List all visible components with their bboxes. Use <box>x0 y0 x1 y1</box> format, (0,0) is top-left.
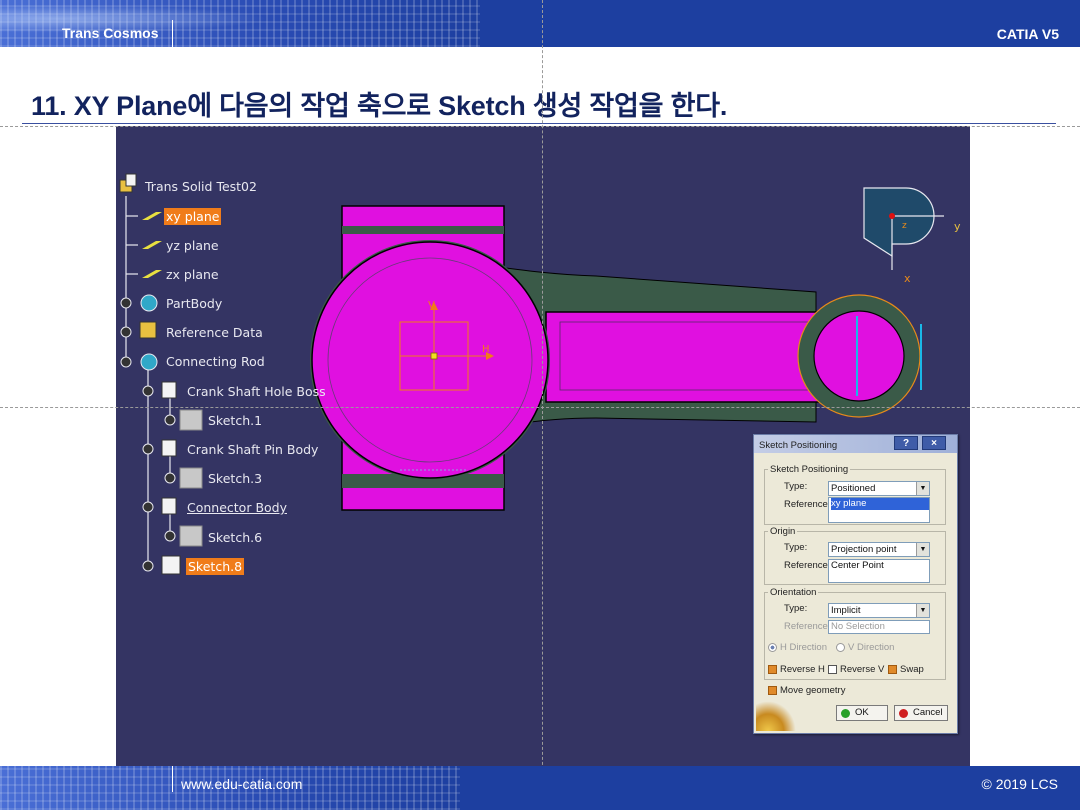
positioning-type-label: Type: <box>784 481 808 492</box>
compass-icon[interactable]: z y x <box>863 187 961 285</box>
orientation-reference-field[interactable]: No Selection <box>828 620 930 634</box>
tree-item-partbody[interactable]: PartBody <box>166 296 222 311</box>
compass-x-label: x <box>904 272 911 285</box>
footer-bar: www.edu-catia.com © 2019 LCS <box>0 766 1080 810</box>
chevron-down-icon[interactable]: ▼ <box>916 482 929 495</box>
positioning-type-select[interactable]: Positioned ▼ <box>828 481 930 496</box>
reverse-v-checkbox[interactable] <box>828 665 837 674</box>
tree-item-sketch-3[interactable]: Sketch.3 <box>208 471 262 486</box>
brand-label: Trans Cosmos <box>62 25 159 41</box>
header-separator <box>172 20 173 47</box>
orientation-type-select[interactable]: Implicit ▼ <box>828 603 930 618</box>
tree-item-crank-shaft-pin-body[interactable]: Crank Shaft Pin Body <box>187 442 318 457</box>
orientation-group-label: Orientation <box>768 587 819 598</box>
close-button[interactable]: × <box>922 436 946 450</box>
h-direction-radio[interactable] <box>768 643 777 652</box>
guide-line <box>0 407 1080 408</box>
ok-button[interactable]: OK <box>836 705 888 721</box>
positioning-type-value: Positioned <box>831 483 876 494</box>
origin-reference-field[interactable]: Center Point <box>828 559 930 583</box>
cancel-label: Cancel <box>913 707 943 718</box>
move-geometry-checkbox[interactable] <box>768 686 777 695</box>
reverse-h-checkbox[interactable] <box>768 665 777 674</box>
tree-item-crank-shaft-hole-boss[interactable]: Crank Shaft Hole Boss <box>187 384 326 399</box>
axis-h-label: H <box>482 344 490 355</box>
orientation-type-label: Type: <box>784 603 808 614</box>
crank-shaft-hole-boss <box>311 241 549 479</box>
tree-item-zx-plane[interactable]: zx plane <box>166 267 219 282</box>
v-direction-label: V Direction <box>848 642 895 653</box>
swap-label: Swap <box>900 664 924 675</box>
tree-item-sketch-8[interactable]: Sketch.8 <box>186 558 245 575</box>
tree-item-reference-data[interactable]: Reference Data <box>166 325 263 340</box>
slide-title: 11. XY Plane에 다음의 작업 축으로 Sketch 생성 작업을 한… <box>31 91 728 121</box>
tree-root-label[interactable]: Trans Solid Test02 <box>145 179 257 194</box>
orientation-type-value: Implicit <box>831 605 861 616</box>
tree-item-sketch-6[interactable]: Sketch.6 <box>208 530 262 545</box>
ok-label: OK <box>855 707 869 718</box>
orientation-reference-label: Reference: <box>784 621 831 632</box>
dialog-title: Sketch Positioning <box>759 440 838 451</box>
positioning-group-label: Sketch Positioning <box>768 464 851 475</box>
orientation-reference-value: No Selection <box>831 621 885 632</box>
swap-checkbox[interactable] <box>888 665 897 674</box>
cancel-button[interactable]: Cancel <box>894 705 948 721</box>
positioning-reference-field[interactable]: xy plane <box>828 497 930 523</box>
positioning-reference-label: Reference: <box>784 499 831 510</box>
origin-reference-label: Reference: <box>784 560 831 571</box>
footer-copyright: © 2019 LCS <box>981 776 1058 792</box>
tree-item-sketch-1[interactable]: Sketch.1 <box>208 413 262 428</box>
slide: Trans Cosmos CATIA V5 11. XY Plane에 다음의 … <box>0 0 1080 810</box>
move-geometry-label: Move geometry <box>780 685 846 696</box>
chevron-down-icon[interactable]: ▼ <box>916 543 929 556</box>
origin-group-label: Origin <box>768 526 798 537</box>
compass-y-label: y <box>954 220 961 233</box>
title-underline <box>22 123 1056 124</box>
positioning-reference-value: xy plane <box>831 498 929 510</box>
product-label: CATIA V5 <box>996 26 1059 42</box>
origin-type-select[interactable]: Projection point ▼ <box>828 542 930 557</box>
footer-url[interactable]: www.edu-catia.com <box>181 776 302 792</box>
tree-item-connecting-rod[interactable]: Connecting Rod <box>166 354 265 369</box>
h-direction-label: H Direction <box>780 642 827 653</box>
help-button[interactable]: ? <box>894 436 918 450</box>
compass-z-label: z <box>902 221 907 231</box>
tree-item-connector-body[interactable]: Connector Body <box>187 500 287 515</box>
dialog-title-bar[interactable]: Sketch Positioning ? × <box>754 435 957 453</box>
ok-icon <box>841 709 850 718</box>
chevron-down-icon[interactable]: ▼ <box>916 604 929 617</box>
dialog-logo <box>756 701 796 731</box>
reverse-v-label: Reverse V <box>840 664 885 675</box>
origin-reference-value: Center Point <box>831 560 884 571</box>
tree-item-xy-plane[interactable]: xy plane <box>164 208 222 225</box>
guide-line <box>0 126 1080 127</box>
header-bar: Trans Cosmos CATIA V5 <box>0 0 1080 47</box>
origin-type-label: Type: <box>784 542 808 553</box>
tree-item-yz-plane[interactable]: yz plane <box>166 238 219 253</box>
axis-v-label: V <box>428 300 435 311</box>
reverse-h-label: Reverse H <box>780 664 825 675</box>
guide-line <box>542 0 543 810</box>
v-direction-radio[interactable] <box>836 643 845 652</box>
footer-separator <box>172 766 173 792</box>
cancel-icon <box>899 709 908 718</box>
sketch-positioning-dialog[interactable]: Sketch Positioning ? × Sketch Positionin… <box>753 434 958 734</box>
origin-type-value: Projection point <box>831 544 897 555</box>
